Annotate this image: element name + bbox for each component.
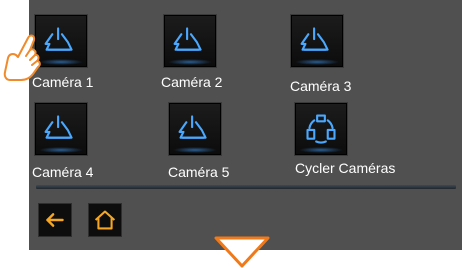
camera-2-button[interactable] (163, 14, 217, 68)
camera-icon (178, 115, 207, 139)
camera-3-label: Caméra 3 (290, 78, 352, 94)
camera-icon (300, 27, 329, 51)
divider (36, 185, 456, 189)
home-button[interactable] (88, 203, 122, 237)
camera-3-button[interactable] (290, 14, 344, 68)
back-button[interactable] (38, 203, 72, 237)
cycle-cameras-label: Cycler Caméras (295, 160, 396, 176)
camera-icon (173, 27, 202, 51)
pointing-hand-icon (3, 34, 41, 81)
camera-5-label: Caméra 5 (168, 164, 230, 180)
camera-4-label: Caméra 4 (32, 164, 94, 180)
camera-4-button[interactable] (34, 102, 88, 156)
cycle-cameras-icon (306, 114, 336, 144)
scroll-down-arrow-icon[interactable] (212, 236, 272, 268)
back-arrow-icon (46, 213, 64, 227)
camera-5-button[interactable] (168, 102, 222, 156)
camera-icon (44, 115, 73, 139)
home-icon (94, 210, 116, 230)
camera-2-label: Caméra 2 (161, 74, 223, 90)
cycle-cameras-button[interactable] (294, 102, 348, 156)
